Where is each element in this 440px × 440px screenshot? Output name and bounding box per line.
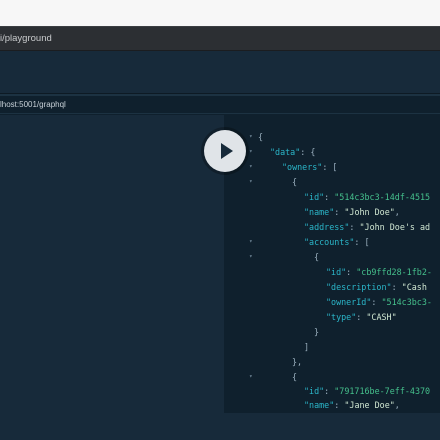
json-token: "514c3bc3- <box>381 297 432 307</box>
json-token: : <box>356 312 367 322</box>
json-token: "John Doe's ad <box>359 222 431 232</box>
result-line: "address": "John Doe's ad <box>304 220 430 234</box>
collapse-arrow-icon[interactable]: ▾ <box>249 175 257 189</box>
result-line: }, <box>292 355 302 369</box>
json-token: ] <box>304 342 310 352</box>
json-token: "514c3bc3-14df-4515 <box>334 192 431 202</box>
play-icon <box>221 143 233 159</box>
json-token: } <box>314 327 320 337</box>
result-line: "accounts": [ <box>304 235 370 249</box>
json-token: "type" <box>326 312 357 322</box>
json-token: "cb9ffd28-1fb2- <box>356 267 432 277</box>
result-line: "description": "Cash <box>326 280 432 294</box>
result-line: "name": "Jane Doe", <box>304 398 400 412</box>
json-token: "data" <box>270 147 301 157</box>
result-line: "data": { <box>270 145 315 159</box>
result-line: { <box>314 250 319 264</box>
json-token: { <box>292 177 298 187</box>
result-line: "owners": [ <box>282 160 337 174</box>
json-token: { <box>258 132 264 142</box>
json-token: : { <box>300 147 316 157</box>
json-token: "accounts" <box>304 237 355 247</box>
collapse-arrow-icon[interactable]: ▾ <box>249 130 257 144</box>
collapse-arrow-icon[interactable]: ▾ <box>249 145 257 159</box>
json-token: : <box>324 386 335 396</box>
result-viewer: {"data": {"owners": [{"id": "514c3bc3-14… <box>224 115 440 413</box>
result-line: "id": "791716be-7eff-4370 <box>304 384 430 398</box>
json-token: "Jane Doe" <box>344 400 395 410</box>
json-token: { <box>292 372 298 382</box>
result-line: "name": "John Doe", <box>304 205 400 219</box>
collapse-arrow-icon[interactable]: ▾ <box>249 250 257 264</box>
json-token: "id" <box>304 192 325 202</box>
endpoint-bar[interactable]: lhost:5001/graphql <box>0 96 440 113</box>
json-token: "John Doe" <box>344 207 395 217</box>
browser-top-strip <box>0 0 440 26</box>
json-token: : [ <box>322 162 338 172</box>
json-token: "Cash <box>401 282 432 292</box>
json-token: "791716be-7eff-4370 <box>334 386 431 396</box>
json-token: { <box>314 252 320 262</box>
json-token: : <box>349 222 360 232</box>
collapse-arrow-icon[interactable]: ▾ <box>249 160 257 174</box>
json-token: "name" <box>304 400 335 410</box>
json-token: "id" <box>326 267 347 277</box>
json-token: "description" <box>326 282 392 292</box>
json-token: : <box>371 297 382 307</box>
result-line: { <box>292 370 297 384</box>
execute-query-button[interactable] <box>204 130 246 172</box>
json-token: : <box>391 282 402 292</box>
json-token: : <box>334 400 345 410</box>
json-token: : [ <box>354 237 370 247</box>
json-token: , <box>394 400 400 410</box>
result-line: ] <box>304 340 309 354</box>
json-token: : <box>334 207 345 217</box>
json-token: "id" <box>304 386 325 396</box>
playground-header <box>0 51 440 94</box>
json-token: "CASH" <box>366 312 397 322</box>
json-token: "address" <box>304 222 350 232</box>
collapse-arrow-icon[interactable]: ▾ <box>249 370 257 384</box>
query-editor[interactable] <box>0 115 224 413</box>
footer-bar <box>0 413 440 440</box>
json-token: "owners" <box>282 162 323 172</box>
result-line: "id": "514c3bc3-14df-4515 <box>304 190 430 204</box>
json-token: "name" <box>304 207 335 217</box>
result-line: } <box>314 325 319 339</box>
json-token: : <box>324 192 335 202</box>
address-bar[interactable]: i/playground <box>0 26 440 50</box>
endpoint-url[interactable]: lhost:5001/graphql <box>0 96 66 113</box>
collapse-arrow-icon[interactable]: ▾ <box>249 235 257 249</box>
result-line: "type": "CASH" <box>326 310 397 324</box>
result-line: { <box>292 175 297 189</box>
json-token: , <box>394 207 400 217</box>
result-line: "ownerId": "514c3bc3- <box>326 295 432 309</box>
result-line: { <box>258 130 263 144</box>
address-bar-url[interactable]: i/playground <box>0 27 52 51</box>
json-token: }, <box>292 357 303 367</box>
json-token: "ownerId" <box>326 297 372 307</box>
json-token: : <box>346 267 357 277</box>
result-line: "id": "cb9ffd28-1fb2- <box>326 265 432 279</box>
